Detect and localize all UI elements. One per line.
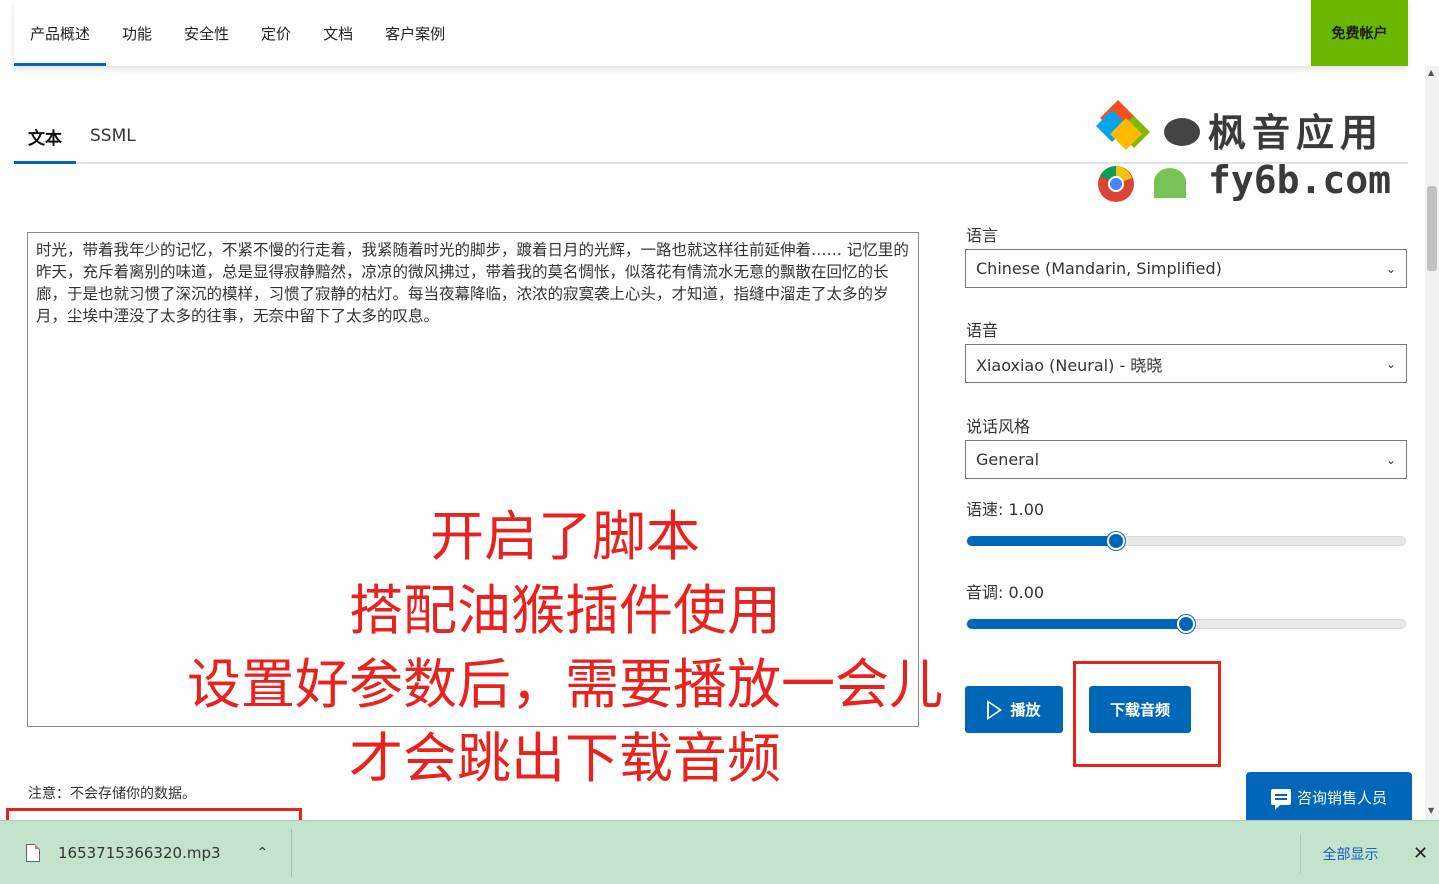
- contact-sales-button[interactable]: 咨询销售人员: [1246, 772, 1412, 822]
- language-select-value: Chinese (Mandarin, Simplified): [976, 259, 1222, 278]
- scrollbar-thumb[interactable]: [1427, 186, 1437, 271]
- chevron-up-icon[interactable]: ⌃: [257, 845, 269, 861]
- voice-select[interactable]: Xiaoxiao (Neural) - 晓晓 ⌄: [965, 344, 1407, 383]
- page-scrollbar[interactable]: ▲ ▼: [1425, 66, 1439, 820]
- watermark-logo-icon: [1096, 100, 1200, 202]
- annotation-line: 才会跳出下载音频: [349, 727, 781, 790]
- watermark: 枫音应用 fy6b.com: [1096, 100, 1406, 210]
- download-item[interactable]: 1653715366320.mp3 ⌃: [10, 829, 292, 877]
- show-all-downloads-button[interactable]: 全部显示: [1300, 835, 1400, 873]
- tab-text[interactable]: 文本: [14, 110, 76, 164]
- browser-download-bar: 1653715366320.mp3 ⌃ 全部显示 ✕: [0, 820, 1439, 884]
- pitch-slider-fill: [967, 619, 1186, 629]
- watermark-title: 枫音应用: [1208, 111, 1385, 155]
- pitch-slider-thumb[interactable]: [1177, 615, 1195, 633]
- watermark-domain: fy6b.com: [1208, 158, 1392, 202]
- nav-item-customers[interactable]: 客户案例: [369, 0, 461, 66]
- annotation-line: 设置好参数后，需要播放一会儿: [187, 653, 943, 716]
- annotation-line: 开启了脚本: [430, 505, 700, 568]
- scroll-down-icon[interactable]: ▼: [1428, 806, 1434, 815]
- rate-slider[interactable]: [966, 532, 1406, 550]
- nav-item-features[interactable]: 功能: [106, 0, 168, 66]
- nav-item-pricing[interactable]: 定价: [245, 0, 307, 66]
- annotation-line: 搭配油猴插件使用: [349, 579, 781, 642]
- speaking-style-select-value: General: [976, 450, 1040, 469]
- pitch-label: 音调: 0.00: [966, 583, 1045, 602]
- language-label: 语言: [966, 226, 999, 245]
- nav-item-docs[interactable]: 文档: [307, 0, 369, 66]
- pitch-slider[interactable]: [966, 615, 1406, 633]
- play-button[interactable]: 播放: [965, 686, 1063, 733]
- rate-slider-thumb[interactable]: [1106, 532, 1125, 550]
- nav-item-overview[interactable]: 产品概述: [14, 0, 107, 66]
- chat-icon: [1270, 789, 1291, 810]
- rate-label: 语速: 1.00: [966, 500, 1045, 519]
- close-icon[interactable]: ✕: [1413, 843, 1428, 864]
- play-icon: [987, 699, 1003, 720]
- download-button-highlight: [1073, 661, 1221, 767]
- nav-item-security[interactable]: 安全性: [168, 0, 245, 66]
- play-button-label: 播放: [1010, 701, 1041, 719]
- contact-sales-label: 咨询销售人员: [1296, 788, 1387, 807]
- free-account-button[interactable]: 免费帐户: [1311, 0, 1408, 66]
- file-icon: [26, 844, 40, 862]
- rate-slider-fill: [967, 536, 1116, 546]
- voice-select-value: Xiaoxiao (Neural) - 晓晓: [976, 355, 1163, 375]
- chevron-down-icon: ⌄: [1385, 356, 1396, 371]
- chevron-down-icon: ⌄: [1385, 452, 1396, 467]
- speaking-style-label: 说话风格: [966, 417, 1031, 436]
- top-navigation: 产品概述 功能 安全性 定价 文档 客户案例 免费帐户: [14, 0, 1408, 66]
- voice-label: 语音: [966, 321, 999, 340]
- annotation-overlay: 开启了脚本 搭配油猴插件使用 设置好参数后，需要播放一会儿 才会跳出下载音频: [170, 500, 960, 796]
- language-select[interactable]: Chinese (Mandarin, Simplified) ⌄: [965, 249, 1407, 288]
- download-file-name: 1653715366320.mp3: [58, 844, 221, 862]
- scroll-up-icon[interactable]: ▲: [1428, 68, 1434, 77]
- speaking-style-select[interactable]: General ⌄: [965, 440, 1407, 479]
- tab-ssml[interactable]: SSML: [76, 110, 150, 162]
- chevron-down-icon: ⌄: [1385, 261, 1396, 276]
